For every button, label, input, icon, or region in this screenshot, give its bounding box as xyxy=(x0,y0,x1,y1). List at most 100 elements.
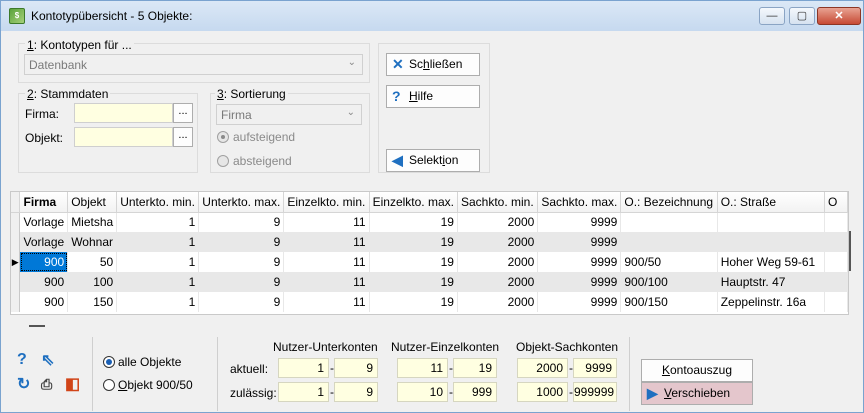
maximize-button[interactable]: ▢ xyxy=(789,7,815,25)
table-row[interactable]: Vorlage Mietsha 1 9 11 19 2000 9999 xyxy=(11,212,848,232)
zulaessig-limit-field[interactable]: 999999 xyxy=(573,382,617,402)
verschieben-button[interactable]: ▶ Verschieben xyxy=(641,382,753,405)
col-header-einzelkto-min[interactable]: Einzelkto. min. xyxy=(283,192,370,213)
table-cell[interactable] xyxy=(824,272,848,292)
sort-asc-radio[interactable]: aufsteigend xyxy=(217,130,295,144)
minimize-button[interactable]: — xyxy=(759,7,785,25)
selektion-button[interactable]: ◀ Selektion xyxy=(386,149,480,172)
table-cell[interactable]: 9 xyxy=(198,212,285,232)
table-cell[interactable]: 1 xyxy=(116,212,200,232)
aktuell-limit-field[interactable]: 1 xyxy=(278,358,329,378)
current-row-indicator-icon[interactable]: ▶ xyxy=(11,252,21,272)
table-cell[interactable]: Wohnar xyxy=(67,232,118,252)
table-cell[interactable]: 150 xyxy=(67,292,118,312)
table-cell[interactable]: Zeppelinstr. 16a xyxy=(717,292,825,312)
table-cell[interactable] xyxy=(824,232,848,252)
table-cell[interactable] xyxy=(824,252,848,272)
table-cell[interactable]: 11 xyxy=(283,212,370,232)
table-cell[interactable]: 19 xyxy=(369,252,458,272)
table-cell[interactable]: 900 xyxy=(19,252,69,272)
col-header-sachkto-max[interactable]: Sachkto. max. xyxy=(537,192,622,213)
table-cell[interactable] xyxy=(824,292,848,312)
row-header[interactable] xyxy=(11,212,21,232)
table-cell[interactable] xyxy=(824,212,848,232)
col-header-sachkto-min[interactable]: Sachkto. min. xyxy=(457,192,539,213)
table-cell[interactable]: 9999 xyxy=(537,252,622,272)
table-cell[interactable]: 900/150 xyxy=(620,292,718,312)
table-cell[interactable]: 2000 xyxy=(457,272,539,292)
col-header-strasse[interactable]: O.: Straße xyxy=(717,192,825,213)
col-header-unterkto-max[interactable]: Unterkto. max. xyxy=(198,192,285,213)
table-row[interactable]: 900 150 1 9 11 19 2000 9999 900/150 Zeppelinstr. … xyxy=(11,292,848,312)
zulaessig-limit-field[interactable]: 999 xyxy=(453,382,497,402)
aktuell-limit-field[interactable]: 11 xyxy=(397,358,448,378)
table-cell[interactable]: 900/50 xyxy=(620,252,718,272)
table-cell[interactable]: 100 xyxy=(67,272,118,292)
table-cell[interactable]: 19 xyxy=(369,212,458,232)
table-cell[interactable]: 9999 xyxy=(537,272,622,292)
table-cell[interactable]: 900 xyxy=(19,272,69,292)
table-cell[interactable]: 11 xyxy=(283,232,370,252)
objekt-field[interactable] xyxy=(74,127,173,147)
col-header-unterkto-min[interactable]: Unterkto. min. xyxy=(116,192,200,213)
objekt-radio[interactable]: Objekt 900/50 xyxy=(103,378,193,392)
scroll-thumb[interactable] xyxy=(849,231,851,271)
table-cell[interactable]: 19 xyxy=(369,232,458,252)
table-cell[interactable]: 9 xyxy=(198,232,285,252)
table-cell[interactable]: 19 xyxy=(369,272,458,292)
firma-browse-button[interactable]: ... xyxy=(173,103,193,123)
table-row[interactable]: Vorlage Wohnar 1 9 11 19 2000 9999 xyxy=(11,232,848,252)
print-icon[interactable]: ⎙ xyxy=(41,376,52,393)
table-cell[interactable]: 19 xyxy=(369,292,458,312)
hilfe-button[interactable]: ? Hilfe xyxy=(386,85,480,108)
alle-objekte-radio[interactable]: alle Objekte xyxy=(103,355,181,369)
col-header-bezeichnung[interactable]: O.: Bezeichnung xyxy=(620,192,718,213)
aktuell-limit-field[interactable]: 2000 xyxy=(517,358,568,378)
table-cell[interactable]: Mietsha xyxy=(67,212,118,232)
table-cell[interactable]: 1 xyxy=(116,272,200,292)
table-cell[interactable]: 9999 xyxy=(537,292,622,312)
sort-desc-radio[interactable]: absteigend xyxy=(217,154,292,168)
firma-field[interactable] xyxy=(74,103,173,123)
table-cell[interactable] xyxy=(620,212,718,232)
table-cell[interactable]: 9 xyxy=(198,252,285,272)
zulaessig-limit-field[interactable]: 9 xyxy=(334,382,378,402)
table-cell[interactable]: 9999 xyxy=(537,232,622,252)
table-cell[interactable]: 9 xyxy=(198,292,285,312)
help-icon[interactable]: ? xyxy=(17,351,27,369)
aktuell-limit-field[interactable]: 9 xyxy=(334,358,378,378)
pointer-help-icon[interactable]: ⇖ xyxy=(41,350,54,370)
table-cell[interactable]: 2000 xyxy=(457,212,539,232)
table-cell[interactable]: 2000 xyxy=(457,292,539,312)
schliessen-button[interactable]: ✕ Schließen xyxy=(386,53,480,76)
table-cell[interactable]: 2000 xyxy=(457,252,539,272)
table-cell[interactable]: 1 xyxy=(116,232,200,252)
table-cell[interactable]: 11 xyxy=(283,292,370,312)
zulaessig-limit-field[interactable]: 1000 xyxy=(517,382,568,402)
col-header-firma[interactable]: Firma xyxy=(19,192,69,213)
table-row[interactable]: ▶ 900 50 1 9 11 19 2000 9999 900/50 Hoher Weg 59-6… xyxy=(11,252,848,272)
table-cell[interactable] xyxy=(717,232,825,252)
table-cell[interactable]: 2000 xyxy=(457,232,539,252)
aktuell-limit-field[interactable]: 9999 xyxy=(573,358,617,378)
objekt-browse-button[interactable]: ... xyxy=(173,127,193,147)
table-cell[interactable]: Vorlage xyxy=(19,232,69,252)
table-cell[interactable]: 11 xyxy=(283,252,370,272)
table-cell[interactable]: Vorlage xyxy=(19,212,69,232)
office-icon[interactable]: ◧ xyxy=(65,374,80,394)
table-cell[interactable]: 11 xyxy=(283,272,370,292)
col-header-einzelkto-max[interactable]: Einzelkto. max. xyxy=(369,192,458,213)
table-cell[interactable]: Hauptstr. 47 xyxy=(717,272,825,292)
table-cell[interactable]: 50 xyxy=(67,252,118,272)
table-cell[interactable]: 9 xyxy=(198,272,285,292)
table-cell[interactable] xyxy=(620,232,718,252)
vertical-scrollbar[interactable] xyxy=(849,191,857,315)
close-button[interactable]: ✕ xyxy=(817,7,861,25)
table-row[interactable]: 900 100 1 9 11 19 2000 9999 900/100 Hauptstr. 47 xyxy=(11,272,848,292)
col-header-o[interactable]: O xyxy=(824,192,848,213)
row-header[interactable] xyxy=(11,272,21,292)
data-grid[interactable]: Firma Objekt Unterkto. min. Unterkto. ma… xyxy=(10,191,849,315)
col-header-objekt[interactable]: Objekt xyxy=(67,192,118,213)
refresh-icon[interactable]: ↻ xyxy=(17,374,30,394)
table-cell[interactable]: 1 xyxy=(116,292,200,312)
